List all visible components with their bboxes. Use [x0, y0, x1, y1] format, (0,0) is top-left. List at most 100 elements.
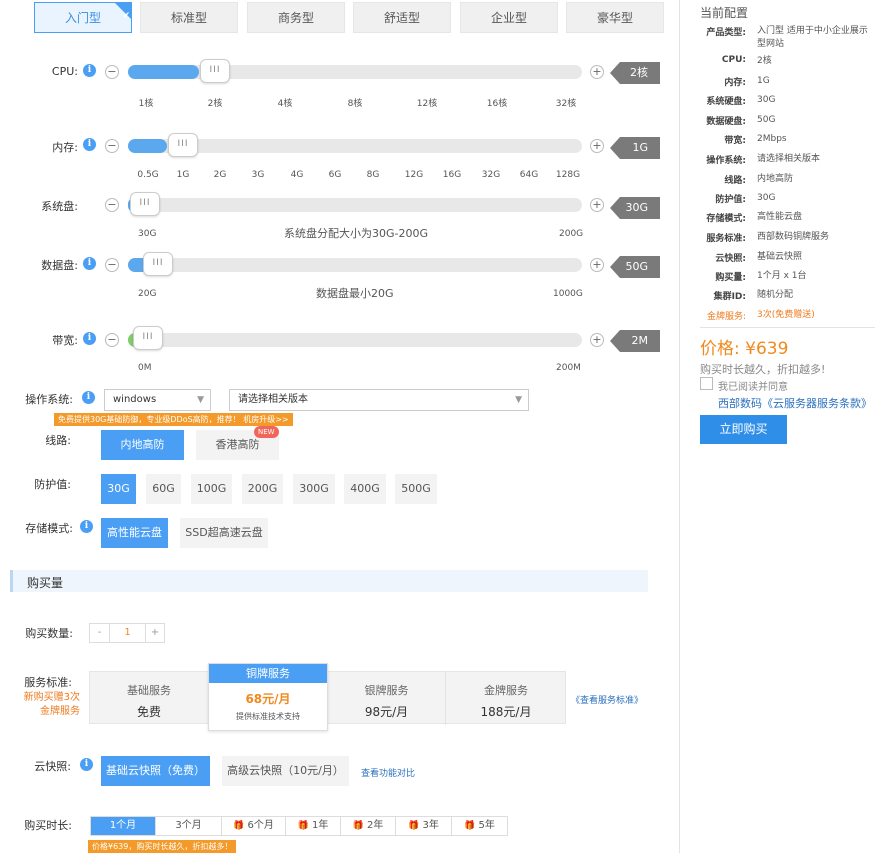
info-icon[interactable]: i [82, 391, 95, 404]
duration-1-year[interactable]: 🎁 1年 [286, 817, 341, 835]
memory-plus-button[interactable]: + [590, 139, 604, 153]
duration-label-text: 2年 [367, 820, 384, 831]
duration-3-months[interactable]: 3个月 [156, 817, 222, 835]
service-basic[interactable]: 基础服务 免费 [90, 672, 208, 725]
quantity-plus-button[interactable]: + [145, 624, 164, 642]
memory-minus-button[interactable]: − [105, 139, 119, 153]
duration-label-text: 5年 [478, 820, 495, 831]
terms-link[interactable]: 西部数码《云服务器服务条款》 [718, 395, 872, 411]
snapshot-option-basic[interactable]: 基础云快照（免费） [101, 756, 210, 786]
type-tab-comfort[interactable]: 舒适型 [353, 2, 451, 33]
info-icon[interactable]: i [83, 64, 96, 77]
sysdisk-plus-button[interactable]: + [590, 198, 604, 212]
bandwidth-max: 200M [556, 363, 581, 373]
defense-option[interactable]: 200G [242, 474, 283, 504]
config-key: 集群ID: [713, 292, 746, 302]
cpu-tick: 4核 [277, 99, 293, 109]
storage-option-ssd[interactable]: SSD超高速云盘 [180, 518, 268, 548]
quantity-minus-button[interactable]: - [90, 624, 110, 642]
bandwidth-plus-button[interactable]: + [590, 333, 604, 347]
duration-3-years[interactable]: 🎁 3年 [396, 817, 452, 835]
quantity-label: 购买数量: [25, 627, 73, 640]
bandwidth-minus-button[interactable]: − [105, 333, 119, 347]
memory-tick: 0.5G [137, 170, 159, 180]
config-key: CPU: [721, 55, 746, 65]
datadisk-minus-button[interactable]: − [105, 258, 119, 272]
ddos-promo-banner[interactable]: 免费提供30G基础防御，专业级DDoS高防，推荐！ 机房升级>> [54, 413, 293, 426]
config-value: 50G [757, 115, 776, 125]
quantity-input[interactable]: 1 [110, 624, 145, 642]
view-service-standard-link[interactable]: 《查看服务标准》 [571, 693, 643, 706]
cpu-slider-track[interactable] [128, 65, 582, 79]
sysdisk-slider-handle[interactable]: III [130, 192, 160, 216]
bandwidth-slider-handle[interactable]: III [133, 326, 163, 350]
cpu-slider-fill [128, 65, 199, 79]
duration-options: 1个月 3个月 🎁 6个月 🎁 1年 🎁 2年 🎁 3年 🎁 5年 [90, 816, 508, 836]
config-title: 当前配置 [700, 6, 749, 20]
type-tab-standard[interactable]: 标准型 [140, 2, 238, 33]
datadisk-slider-handle[interactable]: III [143, 252, 173, 276]
cpu-tick: 8核 [347, 99, 363, 109]
defense-option[interactable]: 30G [101, 474, 136, 504]
total-price: 价格: ¥639 [700, 339, 789, 359]
memory-label: 内存: [52, 141, 78, 154]
duration-5-years[interactable]: 🎁 5年 [452, 817, 507, 835]
cpu-tick: 2核 [207, 99, 223, 109]
defense-option[interactable]: 60G [146, 474, 181, 504]
cpu-plus-button[interactable]: + [590, 65, 604, 79]
config-value: 2核 [757, 56, 772, 66]
bandwidth-label: 带宽: [52, 334, 78, 347]
line-option-mainland[interactable]: 内地高防 [101, 430, 184, 460]
info-icon[interactable]: i [80, 520, 93, 533]
cpu-minus-button[interactable]: − [105, 65, 119, 79]
info-icon[interactable]: i [83, 257, 96, 270]
snapshot-option-advanced[interactable]: 高级云快照（10元/月） [222, 756, 349, 786]
compare-features-link[interactable]: 查看功能对比 [361, 766, 415, 779]
service-silver[interactable]: 银牌服务 98元/月 [328, 672, 446, 725]
service-name: 铜牌服务 [209, 664, 327, 683]
storage-option-performance[interactable]: 高性能云盘 [101, 518, 168, 548]
datadisk-slider-track[interactable] [128, 258, 582, 272]
info-icon[interactable]: i [80, 758, 93, 771]
memory-tick: 16G [442, 170, 462, 180]
os-version-select[interactable]: 请选择相关版本 ▼ [229, 389, 529, 411]
config-value: 随机分配 [757, 290, 794, 300]
config-value: 高性能云盘 [757, 212, 803, 222]
duration-2-years[interactable]: 🎁 2年 [341, 817, 396, 835]
type-tab-enterprise[interactable]: 企业型 [460, 2, 558, 33]
defense-option[interactable]: 300G [293, 474, 335, 504]
info-icon[interactable]: i [83, 138, 96, 151]
service-bronze[interactable]: 铜牌服务 68元/月 提供标准技术支持 [208, 663, 328, 731]
buy-now-button[interactable]: 立即购买 [700, 415, 787, 444]
bandwidth-slider-track[interactable] [128, 333, 582, 347]
config-value: 30G [757, 95, 776, 105]
cpu-slider-handle[interactable]: III [200, 59, 230, 83]
config-key: 防护值: [715, 195, 746, 205]
sysdisk-value-badge: 30G [610, 197, 660, 219]
info-icon[interactable]: i [83, 332, 96, 345]
os-label: 操作系统: [25, 393, 73, 406]
os-type-select[interactable]: windows ▼ [104, 389, 211, 411]
config-key: 系统硬盘: [706, 97, 746, 107]
type-tab-entry[interactable]: 入门型 ✔ [34, 2, 132, 33]
type-tab-label: 入门型 [64, 11, 101, 25]
memory-slider-handle[interactable]: III [168, 133, 198, 157]
type-tab-luxury[interactable]: 豪华型 [566, 2, 664, 33]
service-gold[interactable]: 金牌服务 188元/月 [447, 672, 565, 725]
type-tab-label: 商务型 [277, 11, 314, 25]
duration-1-month[interactable]: 1个月 [91, 817, 156, 835]
defense-option[interactable]: 500G [395, 474, 437, 504]
config-value: 2Mbps [757, 134, 787, 144]
type-tab-label: 舒适型 [383, 11, 420, 25]
datadisk-plus-button[interactable]: + [590, 258, 604, 272]
agree-checkbox[interactable] [700, 377, 713, 390]
sysdisk-slider-track[interactable] [128, 198, 582, 212]
defense-option[interactable]: 400G [344, 474, 386, 504]
sysdisk-minus-button[interactable]: − [105, 198, 119, 212]
type-tab-business[interactable]: 商务型 [247, 2, 345, 33]
duration-6-months[interactable]: 🎁 6个月 [222, 817, 286, 835]
type-tab-label: 企业型 [490, 11, 527, 25]
defense-option[interactable]: 100G [191, 474, 232, 504]
memory-tick: 64G [519, 170, 539, 180]
service-price: 188元/月 [480, 705, 532, 719]
